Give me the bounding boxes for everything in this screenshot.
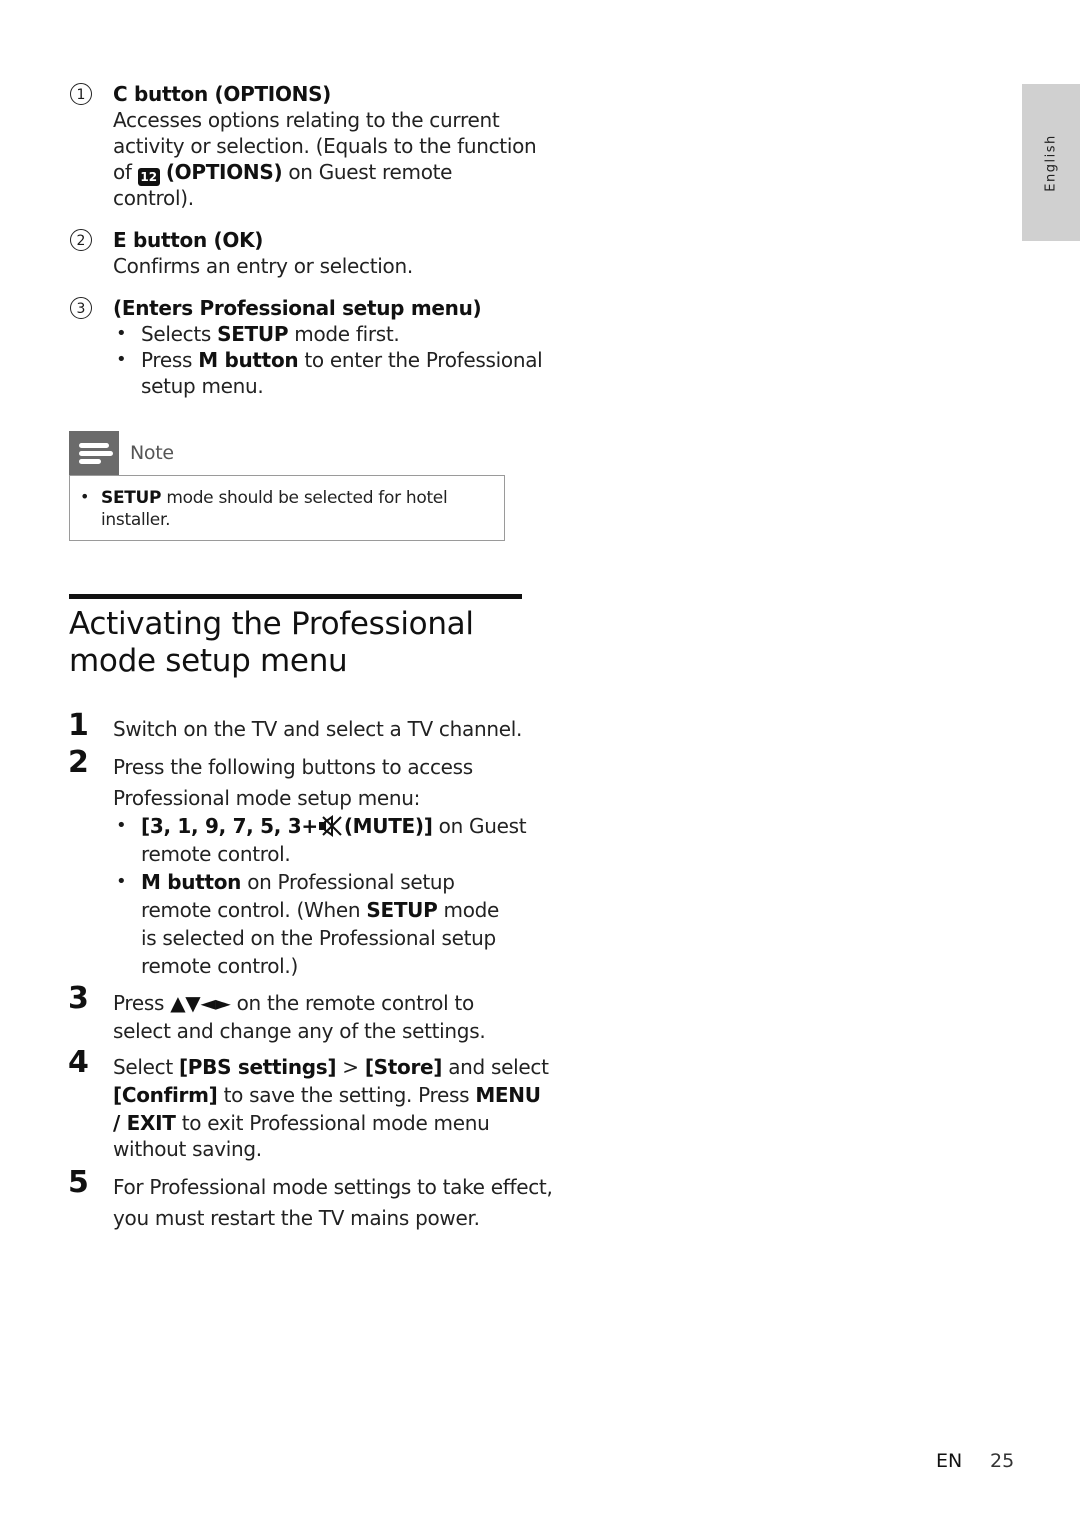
callout-1-desc-line: of 12 (OPTIONS) on Guest remote: [113, 160, 453, 186]
step-4-text-cont: [Confirm] to save the setting. Press MEN…: [113, 1083, 541, 1107]
step-2-bullet-1-cont: remote control.: [141, 842, 291, 866]
section-title: Activating the Professional: [69, 606, 474, 642]
callout-1-desc-line: activity or selection. (Equals to the fu…: [113, 134, 537, 158]
callout-1-desc-line: Accesses options relating to the current: [113, 108, 500, 132]
page-number: 25: [990, 1450, 1015, 1472]
callout-number-2: 2: [70, 229, 92, 251]
footer-language: EN: [936, 1450, 963, 1472]
step-2-text: Press the following buttons to access: [113, 755, 473, 779]
step-number-3: 3: [68, 981, 89, 1016]
bullet-dot: •: [80, 487, 90, 506]
step-2-bullet-1: [3, 1, 9, 7, 5, 3+ (MUTE)] on Guest: [141, 814, 527, 838]
callout-2-desc: Confirms an entry or selection.: [113, 254, 413, 278]
section-rule: [69, 594, 522, 599]
step-2-bullet-2-cont: remote control. (When SETUP mode: [141, 898, 500, 922]
callout-1-desc-line: control).: [113, 186, 194, 210]
callout-3-bullet-2: Press M button to enter the Professional: [141, 348, 543, 372]
step-number-4: 4: [68, 1045, 89, 1080]
note-text-cont: installer.: [101, 510, 171, 530]
step-5-text-cont: you must restart the TV mains power.: [113, 1206, 480, 1230]
options-icon: 12: [137, 168, 160, 186]
step-1-text: Switch on the TV and select a TV channel…: [113, 717, 523, 741]
step-3-text-cont: select and change any of the settings.: [113, 1019, 486, 1043]
step-number-5: 5: [68, 1165, 89, 1200]
step-4-text: Select [PBS settings] > [Store] and sele…: [113, 1055, 549, 1079]
step-5-text: For Professional mode settings to take e…: [113, 1175, 553, 1199]
mute-icon: [318, 815, 342, 837]
step-4-text-cont: / EXIT to exit Professional mode menu: [113, 1111, 490, 1135]
section-title-cont: mode setup menu: [69, 643, 348, 679]
bullet-dot: •: [116, 871, 127, 892]
bullet-dot: •: [116, 349, 127, 370]
step-2-text-cont: Professional mode setup menu:: [113, 786, 421, 810]
callout-2-title: E button (OK): [113, 228, 264, 252]
callout-3-bullet-1: Selects SETUP mode first.: [141, 322, 400, 346]
note-label: Note: [130, 442, 174, 464]
callout-3-title: (Enters Professional setup menu): [113, 296, 482, 320]
step-4-text-cont: without saving.: [113, 1137, 262, 1161]
note-text: SETUP mode should be selected for hotel: [101, 488, 448, 508]
language-label: English: [1043, 133, 1059, 192]
bullet-dot: •: [116, 815, 127, 836]
step-2-bullet-2-cont: remote control.): [141, 954, 298, 978]
step-number-1: 1: [68, 708, 89, 743]
step-2-bullet-2-cont: is selected on the Professional setup: [141, 926, 496, 950]
callout-number-1: 1: [70, 83, 92, 105]
step-number-2: 2: [68, 745, 89, 780]
callout-3-bullet-2-cont: setup menu.: [141, 374, 264, 398]
step-3-text: Press ▲▼◄► on the remote control to: [113, 991, 474, 1015]
language-side-tab: English: [1022, 84, 1080, 241]
navigation-arrows-icon: ▲▼◄►: [170, 991, 231, 1015]
callout-1-title: C button (OPTIONS): [113, 82, 332, 106]
bullet-dot: •: [116, 323, 127, 344]
step-2-bullet-2: M button on Professional setup: [141, 870, 455, 894]
callout-number-3: 3: [70, 297, 92, 319]
note-icon: [69, 431, 119, 475]
